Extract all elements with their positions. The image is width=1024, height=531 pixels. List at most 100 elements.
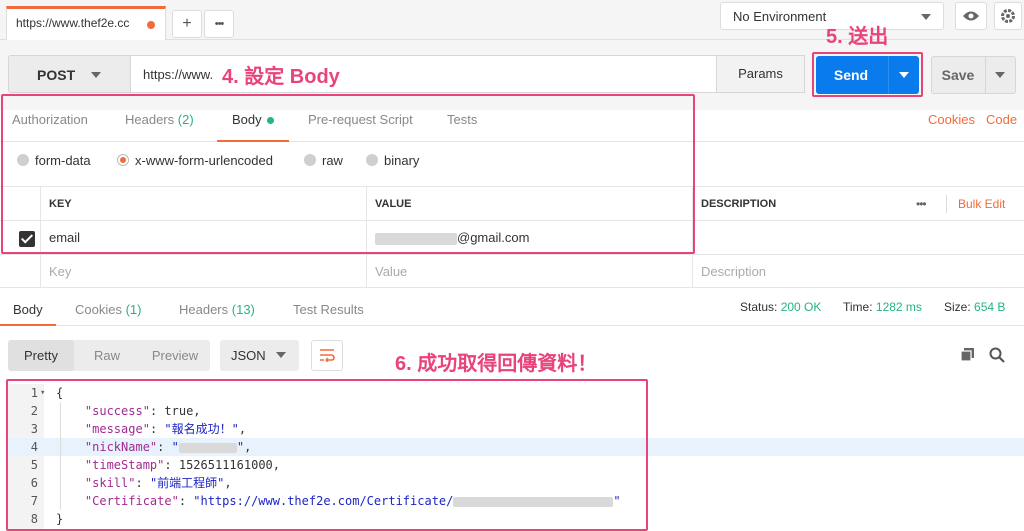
json-key: "skill" (84, 476, 136, 490)
wrap-lines-button[interactable] (311, 340, 343, 371)
view-pretty-button[interactable]: Pretty (8, 340, 74, 371)
resp-tab-cookies-label: Cookies (75, 302, 122, 317)
chevron-down-icon (921, 14, 931, 20)
code-text: "Certificate": "https://www.thef2e.com/C… (84, 494, 621, 508)
chevron-down-icon (276, 352, 286, 358)
format-select[interactable]: JSON (220, 340, 299, 371)
save-button[interactable]: Save (931, 56, 1016, 94)
json-quote: " (236, 440, 245, 454)
annotation-step5: 5. 送出 (826, 26, 889, 48)
wrap-icon (320, 349, 335, 363)
request-tab[interactable]: https://www.thef2e.cc (6, 6, 166, 40)
divider (946, 195, 947, 213)
cookies-link[interactable]: Cookies (928, 96, 975, 142)
annotation-step6: 6. 成功取得回傳資料！ (392, 347, 601, 376)
code-line: 5 "timeStamp": 1526511161000, (8, 456, 1024, 474)
line-number: 3 (30, 422, 38, 436)
send-button[interactable]: Send (816, 56, 919, 94)
new-value-input[interactable]: Value (366, 255, 692, 287)
method-select[interactable]: POST (8, 55, 131, 93)
request-tabs: Authorization Headers (2) Body Pre-reque… (0, 96, 1024, 142)
resp-tab-headers[interactable]: Headers (13) (179, 290, 255, 326)
code-line: 7 "Certificate": "https://www.thef2e.com… (8, 492, 1024, 510)
row-value[interactable]: @gmail.com (366, 221, 692, 254)
json-key: "nickName" (84, 440, 158, 454)
tab-body[interactable]: Body (217, 96, 289, 142)
json-value: "https://www.thef2e.com/Certificate/ (193, 494, 454, 508)
params-button[interactable]: Params (716, 55, 805, 93)
radio-binary[interactable]: binary (366, 153, 419, 168)
time-value: 1282 ms (875, 300, 922, 314)
table-more-button[interactable]: ••• (916, 187, 927, 221)
radio-label: binary (384, 153, 420, 168)
redacted-nickname (178, 442, 237, 453)
search-button[interactable] (989, 347, 1005, 366)
tab-prerequest-script[interactable]: Pre-request Script (308, 96, 413, 142)
resp-tab-test-results[interactable]: Test Results (293, 290, 364, 326)
new-description-input[interactable]: Description (692, 255, 1024, 287)
json-value: 1526511161000 (178, 458, 273, 472)
send-label: Send (833, 67, 869, 83)
line-number: 5 (30, 458, 38, 472)
column-header-key: KEY (40, 187, 366, 220)
resp-tab-cookies-count: (1) (125, 302, 142, 317)
format-label: JSON (231, 348, 266, 363)
chevron-down-icon (899, 72, 909, 78)
unsaved-dot-icon (147, 21, 155, 29)
resp-tab-body[interactable]: Body (0, 290, 56, 326)
send-options-button[interactable] (888, 56, 919, 94)
radio-circle (17, 154, 29, 166)
code-line: 8 } (8, 510, 1024, 528)
method-label: POST (37, 67, 76, 83)
radio-label: x-www-form-urlencoded (135, 153, 273, 168)
json-key: "message" (84, 422, 150, 436)
resp-tab-cookies[interactable]: Cookies (1) (75, 290, 141, 326)
bulk-edit-link[interactable]: Bulk Edit (958, 187, 1005, 221)
json-quote: " (613, 494, 621, 508)
radio-form-data[interactable]: form-data (17, 153, 91, 168)
time-label: Time: (843, 300, 873, 314)
tab-tests[interactable]: Tests (447, 96, 477, 142)
line-number: 4 (30, 440, 38, 454)
resp-tab-headers-count: (13) (231, 302, 255, 317)
json-value: "報名成功！" (164, 422, 239, 436)
annotation-step4: 4. 設定 Body (219, 60, 343, 89)
view-preview-button[interactable]: Preview (140, 340, 210, 371)
line-number: 1 (30, 386, 38, 400)
tab-body-label: Body (232, 112, 262, 127)
code-link[interactable]: Code (986, 96, 1017, 142)
radio-label: raw (322, 153, 343, 168)
size-info: Size: 654 B (944, 300, 1005, 314)
response-tabs: Body Cookies (1) Headers (13) Test Resul… (0, 290, 1024, 326)
copy-button[interactable] (960, 348, 975, 365)
radio-raw[interactable]: raw (304, 153, 343, 168)
environment-quick-look-button[interactable] (955, 2, 987, 30)
new-tab-button[interactable]: + (172, 10, 202, 38)
tab-headers[interactable]: Headers (2) (125, 96, 194, 142)
tab-headers-label: Headers (125, 112, 175, 127)
code-text: { (56, 386, 64, 400)
new-key-input[interactable]: Key (40, 255, 366, 287)
code-text: } (56, 512, 64, 526)
row-enabled-checkbox[interactable] (19, 231, 35, 247)
code-line: 6 "skill": "前端工程師", (8, 474, 1024, 492)
fold-icon[interactable]: ▾ (40, 384, 45, 402)
radio-urlencoded[interactable]: x-www-form-urlencoded (117, 153, 273, 168)
code-text: "message": "報名成功！", (84, 422, 247, 436)
row-key[interactable]: email (40, 221, 366, 254)
url-text: https://www. (143, 67, 214, 82)
line-number: 7 (30, 494, 38, 508)
code-text: "nickName": " ", (84, 440, 252, 454)
response-body[interactable]: 1 ▾ { 2 "success": true, 3 "message": "報… (8, 384, 1024, 531)
view-raw-button[interactable]: Raw (74, 340, 140, 371)
status-value: 200 OK (780, 300, 822, 314)
more-tabs-button[interactable]: ••• (204, 10, 234, 38)
status-label: Status: (740, 300, 778, 314)
tab-authorization[interactable]: Authorization (12, 96, 88, 142)
gear-icon (1001, 9, 1015, 23)
settings-button[interactable] (994, 2, 1022, 30)
line-number: 2 (30, 404, 38, 418)
row-description[interactable] (692, 221, 1024, 254)
code-text: "timeStamp": 1526511161000, (84, 458, 280, 472)
size-value: 654 B (974, 300, 1006, 314)
